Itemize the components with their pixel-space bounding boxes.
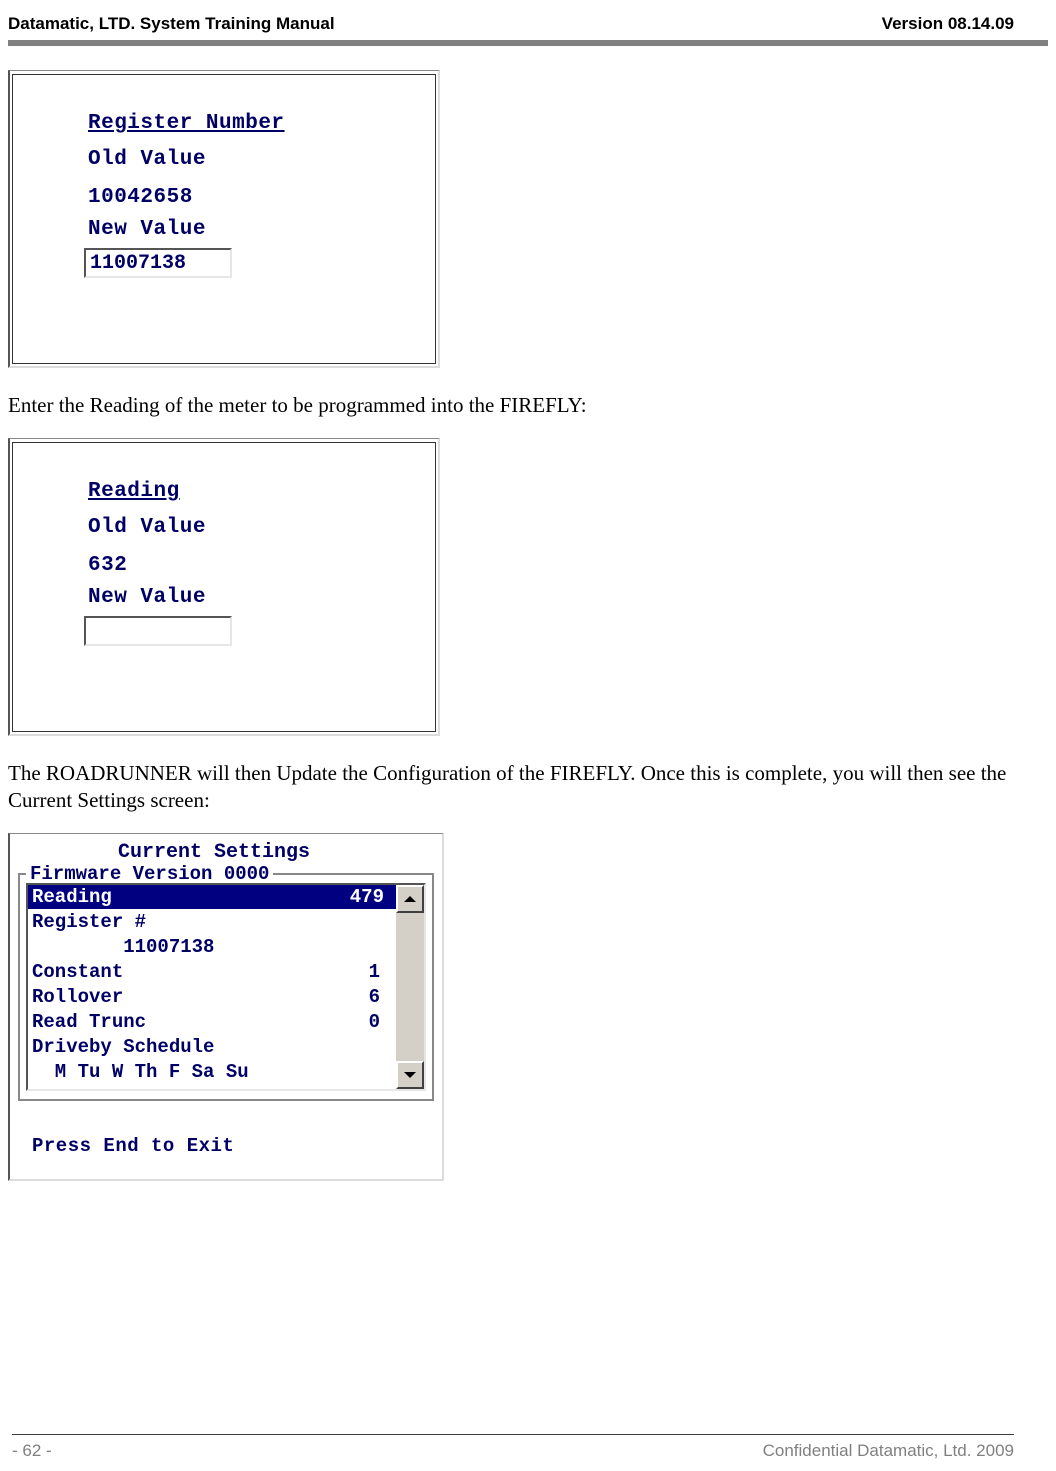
settings-row-value: 6 <box>369 985 392 1009</box>
page-footer: - 62 - Confidential Datamatic, Ltd. 2009 <box>12 1434 1014 1461</box>
settings-row[interactable]: Read Trunc 0 <box>32 1010 392 1034</box>
settings-row[interactable]: 11007138 <box>32 935 392 959</box>
scrollbar-track[interactable] <box>396 885 424 1089</box>
settings-row-key: Driveby Schedule <box>32 1035 214 1059</box>
arrow-down-icon <box>404 1072 416 1078</box>
settings-row[interactable]: M Tu W Th F Sa Su <box>32 1060 392 1084</box>
body-paragraph-2: The ROADRUNNER will then Update the Conf… <box>8 760 1014 813</box>
settings-row-key: M Tu W Th F Sa Su <box>32 1060 249 1084</box>
old-value-label: Old Value <box>88 148 206 171</box>
settings-row-key: 11007138 <box>32 935 214 959</box>
page-header: Datamatic, LTD. System Training Manual V… <box>0 0 1056 38</box>
reading-title: Reading <box>88 480 180 503</box>
header-rule <box>8 40 1048 46</box>
settings-row-value: 479 <box>350 885 396 909</box>
scroll-up-button[interactable] <box>396 885 424 913</box>
firmware-fieldset: Firmware Version 0000 Reading479Register… <box>18 873 434 1101</box>
old-value-text: 10042658 <box>88 186 193 209</box>
press-end-to-exit-text: Press End to Exit <box>32 1135 234 1157</box>
current-settings-dialog: Current Settings Firmware Version 0000 R… <box>8 833 444 1181</box>
register-number-title: Register Number <box>88 112 285 135</box>
scroll-down-button[interactable] <box>396 1061 424 1089</box>
arrow-up-icon <box>404 896 416 902</box>
header-right: Version 08.14.09 <box>882 14 1014 34</box>
settings-row-key: Register # <box>32 910 146 934</box>
footer-confidential: Confidential Datamatic, Ltd. 2009 <box>763 1441 1014 1461</box>
reading-old-value: 632 <box>88 554 127 577</box>
settings-list: Reading479Register # 11007138Constant1Ro… <box>26 883 426 1091</box>
reading-new-label: New Value <box>88 586 206 609</box>
settings-row-key: Reading <box>32 885 112 909</box>
settings-row-key: Read Trunc <box>32 1010 146 1034</box>
body-paragraph-1: Enter the Reading of the meter to be pro… <box>8 392 1014 418</box>
firmware-version-legend: Firmware Version 0000 <box>26 863 273 885</box>
settings-row[interactable]: Reading 479 <box>28 885 396 909</box>
settings-row-value: 0 <box>369 1010 392 1034</box>
current-settings-title: Current Settings <box>118 841 310 864</box>
settings-row-key: Rollover <box>32 985 123 1009</box>
reading-old-label: Old Value <box>88 516 206 539</box>
settings-row[interactable]: Constant 1 <box>32 960 392 984</box>
settings-row[interactable]: Driveby Schedule <box>32 1035 392 1059</box>
settings-row-value: 1 <box>369 960 392 984</box>
new-value-label: New Value <box>88 218 206 241</box>
reading-dialog: Reading Old Value 632 New Value <box>8 438 440 736</box>
header-left: Datamatic, LTD. System Training Manual <box>8 14 335 34</box>
register-number-dialog: Register Number Old Value 10042658 New V… <box>8 70 440 368</box>
settings-row-key: Constant <box>32 960 123 984</box>
register-new-value-input[interactable] <box>84 248 232 278</box>
settings-row[interactable]: Register # <box>32 910 392 934</box>
reading-new-value-input[interactable] <box>84 616 232 646</box>
settings-row[interactable]: Rollover 6 <box>32 985 392 1009</box>
page-number: - 62 - <box>12 1441 52 1461</box>
